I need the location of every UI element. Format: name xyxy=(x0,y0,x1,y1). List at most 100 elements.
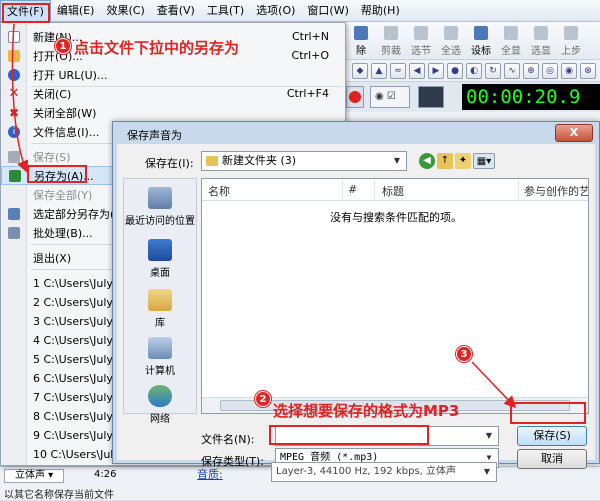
effects-toolbar: ◆ ▲ ≈ ◀ ▶ ● ◐ ↻ ∿ ⊕ ◎ ◉ ⊗ xyxy=(346,60,600,82)
menu-item-label: 打开 URL(U)... xyxy=(33,68,108,82)
menu-options[interactable]: 选项(O) xyxy=(250,0,301,22)
place-label: 计算机 xyxy=(145,366,175,377)
menu-item-label: 保存(S) xyxy=(33,150,71,164)
monitor-toggle[interactable]: ◉ ☑ xyxy=(370,86,410,108)
list-header: 名称 # 标题 参与创作的艺 xyxy=(202,179,588,201)
effect-icon[interactable]: ≈ xyxy=(390,62,406,79)
menu-item-open-url[interactable]: 打开 URL(U)... xyxy=(1,65,347,84)
zoom-selection-button[interactable]: 选显 xyxy=(526,23,556,59)
place-network[interactable]: 网络 xyxy=(124,385,196,425)
effect-icon[interactable]: ⊕ xyxy=(523,62,539,79)
quality-select[interactable]: Layer-3, 44100 Hz, 192 kbps, 立体声 ▼ xyxy=(271,462,497,482)
effect-icon[interactable]: ◉ xyxy=(561,62,577,79)
menu-item-close[interactable]: ✕ 关闭(C) Ctrl+F4 xyxy=(1,84,347,103)
info-icon: i xyxy=(8,125,20,138)
close-all-icon: ✖ xyxy=(8,105,20,120)
toolbar-label: 选显 xyxy=(531,46,551,57)
status-text: 以其它名称保存当前文件 xyxy=(4,490,114,501)
column-artists[interactable]: 参与创作的艺 xyxy=(524,183,588,199)
trim-button[interactable]: 剪裁 xyxy=(376,23,406,59)
highlight-save-as xyxy=(27,165,87,183)
recent-file-label: 10 C:\Users\July xyxy=(33,448,120,461)
new-folder-icon[interactable]: ✦ xyxy=(455,153,471,169)
highlight-filetype xyxy=(269,425,429,445)
chevron-down-icon: ▼ xyxy=(485,431,493,440)
column-number[interactable]: # xyxy=(348,183,357,196)
back-icon[interactable]: ◀ xyxy=(419,153,435,169)
menu-help[interactable]: 帮助(H) xyxy=(355,0,406,22)
effect-icon[interactable]: ● xyxy=(447,62,463,79)
effect-icon[interactable]: ◐ xyxy=(466,62,482,79)
recent-file-label: 5 C:\Users\July\ xyxy=(33,353,117,366)
place-libraries[interactable]: 库 xyxy=(124,289,196,329)
select-all-icon xyxy=(444,26,458,40)
file-list[interactable]: 名称 # 标题 参与创作的艺 没有与搜索条件匹配的项。 xyxy=(201,178,589,414)
recent-file-label: 9 C:\Users\July\ xyxy=(33,429,117,442)
place-computer[interactable]: 计算机 xyxy=(124,337,196,377)
delete-button[interactable]: 除 xyxy=(346,23,376,59)
effect-icon[interactable]: ◎ xyxy=(542,62,558,79)
toolbar-label: 剪裁 xyxy=(381,46,401,57)
cancel-button[interactable]: 取消 xyxy=(517,449,587,469)
desktop-icon xyxy=(148,239,172,261)
library-icon xyxy=(148,289,172,311)
menu-effects[interactable]: 效果(C) xyxy=(100,0,150,22)
effect-icon[interactable]: ◀ xyxy=(409,62,425,79)
effect-icon[interactable]: ▲ xyxy=(371,62,387,79)
quality-value: Layer-3, 44100 Hz, 192 kbps, 立体声 xyxy=(276,466,457,477)
delete-icon xyxy=(354,26,368,40)
column-name[interactable]: 名称 xyxy=(208,183,230,199)
place-recent[interactable]: 最近访问的位置 xyxy=(124,187,196,227)
menu-edit[interactable]: 编辑(E) xyxy=(51,0,101,22)
record-button[interactable] xyxy=(346,86,364,108)
column-divider xyxy=(342,181,343,199)
network-icon xyxy=(148,385,172,407)
view-menu-icon[interactable]: ▦▾ xyxy=(473,153,495,169)
save-in-combo[interactable]: 新建文件夹 (3) ▼ xyxy=(201,151,407,171)
recent-file-label: 6 C:\Users\July\ xyxy=(33,372,117,385)
select-section-icon xyxy=(414,26,428,40)
effect-icon[interactable]: ▶ xyxy=(428,62,444,79)
menu-item-label: 关闭全部(W) xyxy=(33,106,97,120)
zoom-all-icon xyxy=(504,26,518,40)
menu-item-shortcut: Ctrl+O xyxy=(291,49,329,62)
select-all-button[interactable]: 全选 xyxy=(436,23,466,59)
column-divider xyxy=(374,181,375,199)
menu-item-close-all[interactable]: ✖ 关闭全部(W) xyxy=(1,103,347,122)
up-folder-icon[interactable]: ↑ xyxy=(437,153,453,169)
zoom-selection-icon xyxy=(534,26,548,40)
undo-button[interactable]: 上步 xyxy=(556,23,586,59)
channels-select[interactable]: 立体声 ▾ xyxy=(4,469,64,483)
menu-window[interactable]: 窗口(W) xyxy=(301,0,354,22)
place-desktop[interactable]: 桌面 xyxy=(124,239,196,279)
zoom-all-button[interactable]: 全显 xyxy=(496,23,526,59)
dialog-close-button[interactable]: X xyxy=(555,124,593,142)
set-marker-button[interactable]: 设标 xyxy=(466,23,496,59)
menu-tools[interactable]: 工具(T) xyxy=(201,0,250,22)
effect-icon[interactable]: ⊗ xyxy=(580,62,596,79)
recent-file-label: 7 C:\Users\July\ xyxy=(33,391,117,404)
display-icon[interactable] xyxy=(418,86,444,108)
place-label: 桌面 xyxy=(150,268,170,279)
select-section-button[interactable]: 选节 xyxy=(406,23,436,59)
menu-item-shortcut: Ctrl+N xyxy=(291,30,329,43)
menu-item-shortcut: Ctrl+F4 xyxy=(286,87,329,100)
place-label: 网络 xyxy=(150,414,170,425)
undo-icon xyxy=(564,26,578,40)
effect-icon[interactable]: ∿ xyxy=(504,62,520,79)
recent-file-label: 8 C:\Users\July\ xyxy=(33,410,117,423)
save-button[interactable]: 保存(S) xyxy=(517,426,587,446)
time-display: 00:00:20.9 xyxy=(462,84,600,110)
toolbar-label: 除 xyxy=(356,46,366,57)
record-icon xyxy=(349,91,361,103)
new-file-icon xyxy=(8,30,20,43)
effect-icon[interactable]: ◆ xyxy=(352,62,368,79)
menu-item-label: 关闭(C) xyxy=(33,87,72,101)
toolbar-label: 全显 xyxy=(501,46,521,57)
menu-view[interactable]: 查看(V) xyxy=(151,0,201,22)
quality-label[interactable]: 音质: xyxy=(197,466,223,482)
column-title[interactable]: 标题 xyxy=(382,183,404,199)
effect-icon[interactable]: ↻ xyxy=(485,62,501,79)
open-folder-icon xyxy=(8,49,20,62)
channels-value: 立体声 xyxy=(15,470,45,481)
